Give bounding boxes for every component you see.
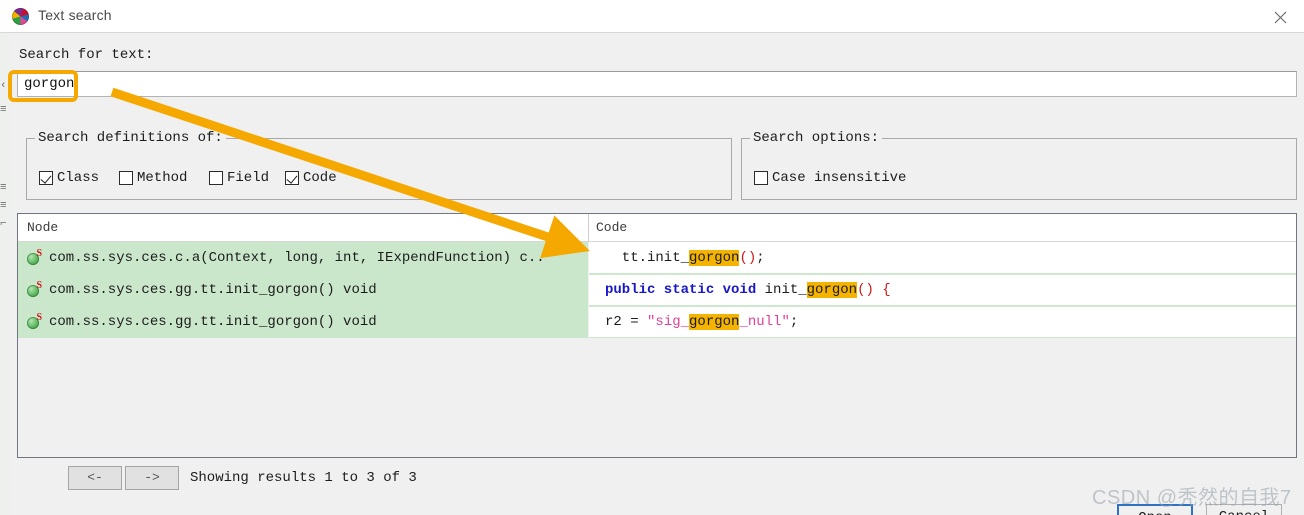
checkbox-field-label: Field	[227, 170, 270, 186]
checkbox-code-box[interactable]	[285, 171, 299, 185]
checkbox-method[interactable]: Method	[119, 170, 187, 186]
checkbox-field-box[interactable]	[209, 171, 223, 185]
code-snippet: r2 = "sig_gorgon_null";	[605, 314, 799, 330]
static-method-icon: S	[27, 313, 42, 329]
checkbox-case-insensitive[interactable]: Case insensitive	[754, 170, 906, 186]
cell-code[interactable]: r2 = "sig_gorgon_null";	[589, 306, 1296, 338]
static-method-icon: S	[27, 249, 42, 265]
checkbox-field[interactable]: Field	[209, 170, 269, 186]
static-method-icon: S	[27, 281, 42, 297]
cell-node[interactable]: Scom.ss.sys.ces.gg.tt.init_gorgon() void	[18, 274, 588, 306]
cell-code[interactable]: public static void init_gorgon() {	[589, 274, 1296, 306]
checkbox-code[interactable]: Code	[285, 170, 337, 186]
search-input[interactable]	[17, 71, 1297, 97]
node-label: com.ss.sys.ces.gg.tt.init_gorgon() void	[49, 314, 377, 330]
next-page-button[interactable]: ->	[125, 466, 179, 490]
search-definitions-title: Search definitions of:	[35, 130, 226, 146]
window-title: Text search	[38, 7, 112, 23]
code-snippet: public static void init_gorgon() {	[605, 282, 891, 298]
open-button[interactable]: Open	[1117, 504, 1193, 515]
column-header-code[interactable]: Code	[596, 220, 627, 235]
background-glyph: ≡	[0, 201, 7, 212]
table-body: Scom.ss.sys.ces.c.a(Context, long, int, …	[18, 242, 1296, 457]
cell-node[interactable]: Scom.ss.sys.ces.gg.tt.init_gorgon() void	[18, 306, 588, 338]
close-icon[interactable]	[1258, 0, 1304, 32]
checkbox-method-box[interactable]	[119, 171, 133, 185]
cell-code[interactable]: tt.init_gorgon();	[589, 242, 1296, 274]
table-row[interactable]: Scom.ss.sys.ces.gg.tt.init_gorgon() void…	[18, 274, 1296, 306]
checkbox-class-box[interactable]	[39, 171, 53, 185]
code-snippet: tt.init_gorgon();	[605, 250, 765, 266]
node-label: com.ss.sys.ces.gg.tt.init_gorgon() void	[49, 282, 377, 298]
search-definitions-group: Search definitions of: Class Method Fiel…	[26, 130, 732, 200]
search-label: Search for text:	[19, 47, 154, 63]
table-row[interactable]: Scom.ss.sys.ces.gg.tt.init_gorgon() void…	[18, 306, 1296, 338]
background-glyph: ‹	[0, 81, 7, 92]
background-glyph: ≡	[0, 105, 7, 116]
checkbox-class-label: Class	[57, 170, 100, 186]
checkbox-case-insensitive-label: Case insensitive	[772, 170, 907, 186]
app-icon	[12, 8, 29, 25]
background-glyph: ≡	[0, 183, 7, 194]
cell-node[interactable]: Scom.ss.sys.ces.c.a(Context, long, int, …	[18, 242, 588, 274]
search-options-group: Search options: Case insensitive	[741, 130, 1297, 200]
checkbox-method-label: Method	[137, 170, 188, 186]
cancel-button[interactable]: Cancel	[1206, 504, 1282, 515]
window-titlebar: Text search	[0, 0, 1304, 33]
results-table[interactable]: Node Code Scom.ss.sys.ces.c.a(Context, l…	[17, 213, 1297, 458]
text-search-dialog: Search for text: Search definitions of: …	[10, 33, 1304, 515]
previous-page-button[interactable]: <-	[68, 466, 122, 490]
app-root: ‹ ≡ ≡ ≡ ⌐ Text search Search for text: Searc…	[0, 0, 1304, 515]
column-header-node[interactable]: Node	[27, 220, 58, 235]
checkbox-case-insensitive-box[interactable]	[754, 171, 768, 185]
search-options-title: Search options:	[750, 130, 883, 146]
checkbox-class[interactable]: Class	[39, 170, 99, 186]
table-header: Node Code	[18, 214, 1296, 242]
table-row[interactable]: Scom.ss.sys.ces.c.a(Context, long, int, …	[18, 242, 1296, 274]
checkbox-code-label: Code	[303, 170, 337, 186]
background-glyph: ⌐	[0, 219, 7, 230]
node-label: com.ss.sys.ces.c.a(Context, long, int, I…	[49, 250, 545, 266]
results-status-text: Showing results 1 to 3 of 3	[190, 470, 417, 486]
